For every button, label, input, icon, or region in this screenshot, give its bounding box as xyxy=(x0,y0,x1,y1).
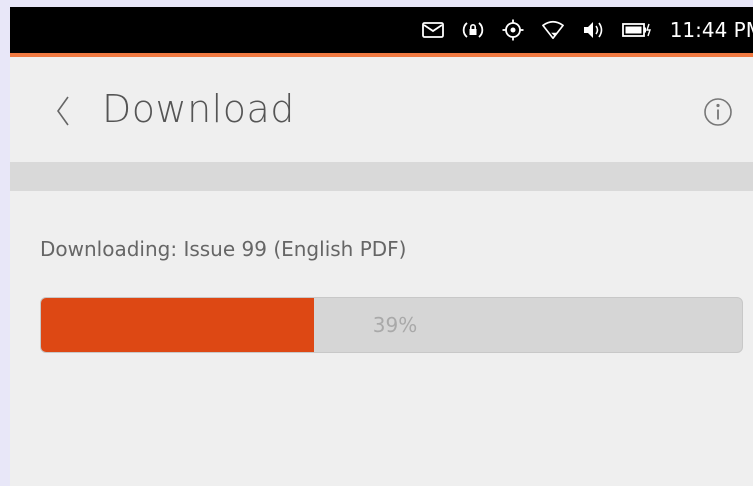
progress-percent-label: 39% xyxy=(372,313,418,337)
battery-charging-icon[interactable] xyxy=(621,19,652,41)
location-lock-icon[interactable] xyxy=(462,19,484,41)
app-window: 11:44 PM Download Downloading: Issue 99 … xyxy=(10,7,753,486)
status-bar[interactable]: 11:44 PM xyxy=(10,7,753,53)
page-title: Download xyxy=(102,87,295,131)
clock[interactable]: 11:44 PM xyxy=(670,18,753,42)
back-button[interactable] xyxy=(50,91,76,131)
download-status-text: Downloading: Issue 99 (English PDF) xyxy=(40,237,407,261)
download-progress-bar: 39% xyxy=(40,297,743,353)
page-header: Download xyxy=(10,57,753,162)
gps-icon[interactable] xyxy=(502,19,524,41)
wifi-icon[interactable] xyxy=(541,19,564,41)
status-indicators[interactable]: 11:44 PM xyxy=(421,15,753,45)
header-divider xyxy=(10,162,753,191)
volume-icon[interactable] xyxy=(582,19,604,41)
info-button[interactable] xyxy=(703,97,733,127)
mail-icon[interactable] xyxy=(421,19,444,41)
chevron-left-icon xyxy=(57,96,69,126)
download-content: Downloading: Issue 99 (English PDF) 39% xyxy=(10,191,753,486)
info-icon xyxy=(704,98,732,126)
